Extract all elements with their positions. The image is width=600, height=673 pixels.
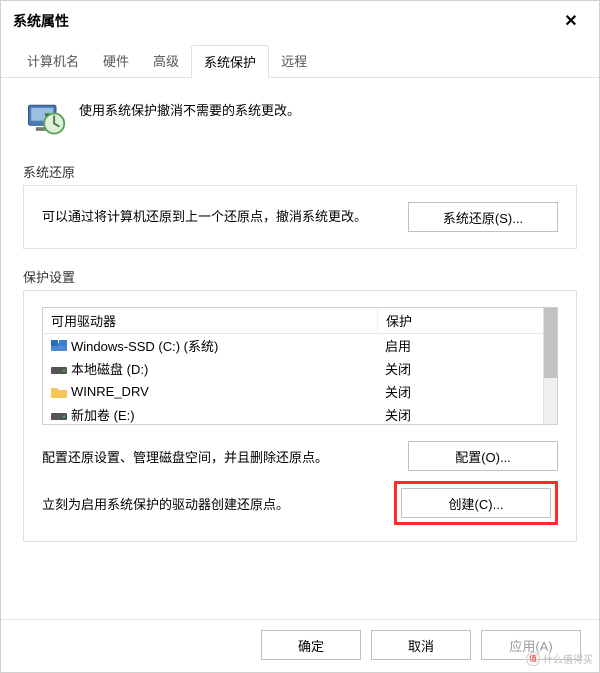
drive-row[interactable]: Windows-SSD (C:) (系统) 启用 bbox=[43, 334, 557, 357]
hdd-icon bbox=[51, 363, 67, 375]
configure-button[interactable]: 配置(O)... bbox=[408, 441, 558, 471]
titlebar: 系统属性 ✕ bbox=[1, 1, 599, 41]
create-row: 立刻为启用系统保护的驱动器创建还原点。 创建(C)... bbox=[42, 481, 558, 525]
protection-groupbox: 可用驱动器 保护 Windows-SSD (C:) (系统) 启用 bbox=[23, 290, 577, 542]
close-button[interactable]: ✕ bbox=[555, 5, 587, 37]
tab-advanced[interactable]: 高级 bbox=[141, 45, 191, 77]
system-restore-button[interactable]: 系统还原(S)... bbox=[408, 202, 558, 232]
tab-content: 使用系统保护撤消不需要的系统更改。 系统还原 可以通过将计算机还原到上一个还原点… bbox=[1, 78, 599, 568]
drives-scrollbar[interactable] bbox=[543, 308, 557, 424]
create-button-highlight: 创建(C)... bbox=[394, 481, 558, 525]
drive-name: 新加卷 (E:) bbox=[71, 405, 135, 424]
configure-row: 配置还原设置、管理磁盘空间，并且删除还原点。 配置(O)... bbox=[42, 441, 558, 471]
restore-description: 可以通过将计算机还原到上一个还原点，撤消系统更改。 bbox=[42, 207, 394, 228]
protection-section-label: 保护设置 bbox=[23, 267, 577, 286]
drive-protection: 关闭 bbox=[377, 381, 557, 402]
hdd-icon bbox=[51, 409, 67, 421]
window-title: 系统属性 bbox=[13, 11, 69, 31]
drive-protection: 关闭 bbox=[377, 404, 557, 425]
drive-name: Windows-SSD (C:) (系统) bbox=[71, 336, 218, 355]
watermark-icon: 值 bbox=[526, 652, 540, 666]
create-button[interactable]: 创建(C)... bbox=[401, 488, 551, 518]
tab-computer-name[interactable]: 计算机名 bbox=[15, 45, 91, 77]
watermark-text: 什么值得买 bbox=[543, 651, 593, 666]
close-icon: ✕ bbox=[564, 11, 577, 31]
intro-text: 使用系统保护撤消不需要的系统更改。 bbox=[79, 96, 300, 140]
restore-groupbox: 可以通过将计算机还原到上一个还原点，撤消系统更改。 系统还原(S)... bbox=[23, 185, 577, 249]
drives-list[interactable]: 可用驱动器 保护 Windows-SSD (C:) (系统) 启用 bbox=[42, 307, 558, 425]
configure-text: 配置还原设置、管理磁盘空间，并且删除还原点。 bbox=[42, 447, 394, 466]
drive-name: 本地磁盘 (D:) bbox=[71, 359, 148, 378]
system-protection-icon bbox=[23, 96, 67, 140]
drives-body: Windows-SSD (C:) (系统) 启用 本地磁盘 (D:) 关闭 bbox=[43, 334, 557, 425]
ok-button[interactable]: 确定 bbox=[261, 630, 361, 660]
col-header-drive[interactable]: 可用驱动器 bbox=[43, 308, 377, 333]
create-text: 立刻为启用系统保护的驱动器创建还原点。 bbox=[42, 494, 380, 513]
drive-row[interactable]: 新加卷 (E:) 关闭 bbox=[43, 403, 557, 425]
scrollbar-thumb[interactable] bbox=[544, 308, 557, 378]
drive-name: WINRE_DRV bbox=[71, 384, 149, 399]
windows-drive-icon bbox=[51, 340, 67, 352]
drives-header: 可用驱动器 保护 bbox=[43, 308, 557, 334]
drive-protection: 启用 bbox=[377, 335, 557, 356]
restore-section-label: 系统还原 bbox=[23, 162, 577, 181]
drive-row[interactable]: WINRE_DRV 关闭 bbox=[43, 380, 557, 403]
intro-row: 使用系统保护撤消不需要的系统更改。 bbox=[23, 96, 577, 140]
dialog-footer: 确定 取消 应用(A) bbox=[1, 619, 599, 672]
tab-hardware[interactable]: 硬件 bbox=[91, 45, 141, 77]
drive-row[interactable]: 本地磁盘 (D:) 关闭 bbox=[43, 357, 557, 380]
tab-strip: 计算机名 硬件 高级 系统保护 远程 bbox=[1, 41, 599, 78]
drive-protection: 关闭 bbox=[377, 358, 557, 379]
tab-remote[interactable]: 远程 bbox=[269, 45, 319, 77]
folder-icon bbox=[51, 386, 67, 398]
tab-system-protection[interactable]: 系统保护 bbox=[191, 45, 269, 78]
system-properties-window: 系统属性 ✕ 计算机名 硬件 高级 系统保护 远程 bbox=[0, 0, 600, 673]
watermark: 值 什么值得买 bbox=[526, 651, 593, 666]
col-header-protection[interactable]: 保护 bbox=[377, 308, 557, 333]
cancel-button[interactable]: 取消 bbox=[371, 630, 471, 660]
